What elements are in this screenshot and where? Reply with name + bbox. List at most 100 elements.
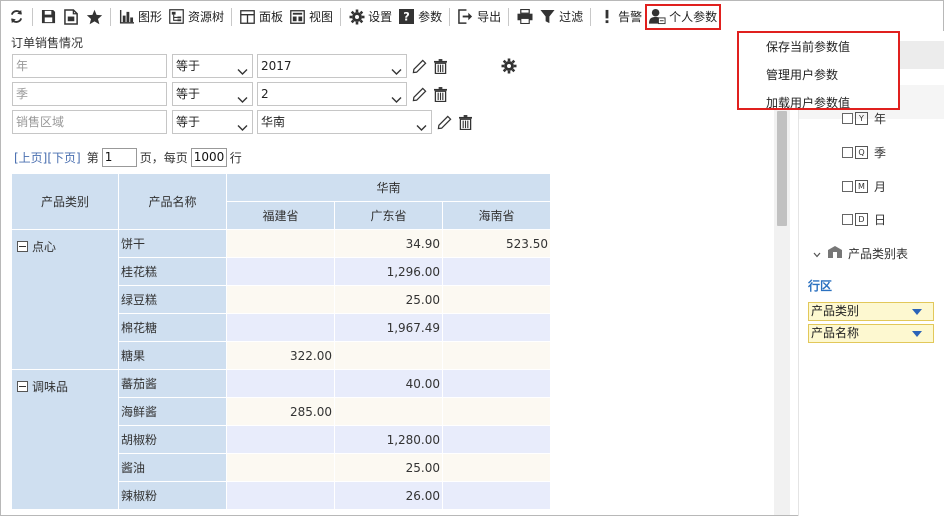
menu-item-manage-params[interactable]: 管理用户参数 (739, 63, 898, 91)
page-number-input[interactable]: 1 (101, 148, 137, 167)
value-cell: 25.00 (334, 285, 443, 314)
panel-button-label: 面板 (259, 10, 284, 24)
favorite-button[interactable] (83, 5, 106, 29)
toolbar-separator (590, 7, 592, 26)
next-page-link[interactable]: [下页] (47, 149, 80, 166)
menu-item-save-params[interactable]: 保存当前参数值 (739, 35, 898, 63)
trash-icon[interactable] (431, 56, 449, 76)
tree-item-label: 日 (874, 213, 887, 227)
tree-icon (168, 8, 185, 25)
chart-button[interactable]: 图形 (115, 5, 165, 29)
param-field-region[interactable]: 销售区域 (12, 110, 167, 134)
row-area-title: 行区 (808, 279, 833, 293)
export-button-label: 导出 (477, 10, 502, 24)
param-operator-select[interactable]: 等于 (172, 82, 253, 106)
pivot-table: 产品类别 产品名称 华南 福建省 广东省 海南省 点心 饼干 34.90 523.50… (11, 173, 551, 510)
value-cell (441, 285, 551, 314)
chevron-down-icon (391, 61, 402, 83)
tree-node-product-category-table[interactable]: 产品类别表 (813, 245, 908, 262)
chevron-down-icon[interactable] (813, 247, 821, 261)
value-cell (441, 481, 551, 510)
param-value-select[interactable]: 2 (257, 82, 407, 106)
pagination: [上页] [下页] 第 1 页，每页 1000 行 (14, 148, 242, 167)
params-button[interactable]: ? 参数 (395, 5, 445, 29)
value-cell: 34.90 (334, 229, 443, 258)
value-cell (441, 425, 551, 454)
product-cell: 蕃茄酱 (118, 369, 227, 398)
gear-icon[interactable] (500, 56, 518, 76)
prev-page-link[interactable]: [上页] (14, 149, 47, 166)
param-operator-select[interactable]: 等于 (172, 54, 253, 78)
view-button[interactable]: 视图 (286, 5, 336, 29)
user-params-icon (649, 8, 666, 25)
edit-icon[interactable] (410, 56, 428, 76)
svg-text:?: ? (403, 11, 410, 24)
param-row-quarter: 季 等于 2 (12, 82, 449, 106)
tree-item-day[interactable]: D 日 (842, 211, 886, 228)
param-field-year[interactable]: 年 (12, 54, 167, 78)
param-value-text: 2 (261, 87, 269, 101)
toolbar-separator (231, 7, 233, 26)
page-suffix: 页，每页 (139, 151, 188, 165)
edit-icon[interactable] (435, 112, 453, 132)
export-button[interactable]: 导出 (454, 5, 504, 29)
value-cell (441, 341, 551, 370)
header-product: 产品名称 (118, 173, 227, 230)
resource-tree-label: 资源树 (188, 10, 225, 24)
print-button[interactable] (513, 5, 536, 29)
settings-button[interactable]: 设置 (345, 5, 395, 29)
toolbar: 图形 资源树 面板 视图 设置 ? 参数 导出 过滤 告警 个人参数 (1, 1, 943, 32)
value-cell: 26.00 (334, 481, 443, 510)
param-value-select[interactable]: 2017 (257, 54, 407, 78)
chevron-down-icon (416, 117, 427, 139)
row-field-product[interactable]: 产品名称 (808, 324, 934, 343)
value-cell: 25.00 (334, 453, 443, 482)
header-province: 海南省 (441, 201, 551, 230)
save-as-button[interactable] (60, 5, 83, 29)
value-cell: 1,967.49 (334, 313, 443, 342)
header-region: 华南 (225, 173, 551, 202)
value-cell (226, 481, 335, 510)
chevron-down-icon (391, 89, 402, 111)
trash-icon[interactable] (456, 112, 474, 132)
trash-icon[interactable] (431, 84, 449, 104)
checkbox[interactable] (842, 214, 853, 225)
rows-per-page-input[interactable]: 1000 (190, 148, 227, 167)
param-field-quarter[interactable]: 季 (12, 82, 167, 106)
page-prefix: 第 (86, 151, 99, 165)
resource-tree-button[interactable]: 资源树 (165, 5, 227, 29)
param-value-select[interactable]: 华南 (257, 110, 432, 134)
caret-down-icon[interactable] (912, 309, 922, 315)
tree-item-month[interactable]: M 月 (842, 178, 886, 195)
toolbar-separator (340, 7, 342, 26)
alert-button[interactable]: 告警 (595, 5, 645, 29)
product-cell: 棉花糖 (118, 313, 227, 342)
tree-item-quarter[interactable]: Q 季 (842, 144, 886, 161)
checkbox[interactable] (842, 181, 853, 192)
value-cell (441, 397, 551, 426)
edit-icon[interactable] (410, 84, 428, 104)
collapse-icon[interactable] (17, 381, 28, 392)
menu-item-load-params[interactable]: 加载用户参数值 (739, 91, 898, 119)
param-operator-select[interactable]: 等于 (172, 110, 253, 134)
user-params-button[interactable]: 个人参数 (645, 3, 722, 30)
tree-item-label: 月 (874, 180, 887, 194)
caret-down-icon[interactable] (912, 331, 922, 337)
value-cell (226, 425, 335, 454)
row-field-category[interactable]: 产品类别 (808, 302, 934, 321)
calendar-month-icon: M (855, 180, 868, 193)
value-cell: 40.00 (334, 369, 443, 398)
tree-node-label: 产品类别表 (848, 247, 909, 261)
save-button[interactable] (37, 5, 60, 29)
chevron-down-icon (237, 117, 248, 139)
collapse-icon[interactable] (17, 241, 28, 252)
checkbox[interactable] (842, 147, 853, 158)
view-button-label: 视图 (309, 10, 334, 24)
toolbar-separator (32, 7, 33, 26)
refresh-button[interactable] (5, 5, 28, 29)
row-field-label: 产品类别 (811, 304, 860, 318)
scrollbar-thumb[interactable] (777, 111, 787, 226)
panel-button[interactable]: 面板 (236, 5, 286, 29)
filter-button[interactable]: 过滤 (536, 5, 586, 29)
category-cell: 点心 (11, 229, 119, 370)
